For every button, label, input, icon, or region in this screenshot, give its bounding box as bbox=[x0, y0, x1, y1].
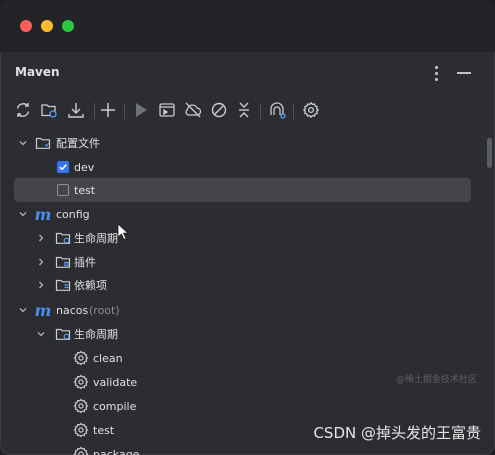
tree-node-goal[interactable]: clean bbox=[14, 346, 471, 370]
tree-node-label: 生命周期 bbox=[74, 232, 118, 245]
minimize-window-button[interactable] bbox=[41, 20, 53, 32]
window-titlebar bbox=[0, 0, 495, 52]
maven-toolbar bbox=[0, 94, 495, 126]
lifecycle-folder-icon bbox=[54, 325, 72, 343]
tree-node-profile-dev[interactable]: dev bbox=[14, 155, 471, 179]
tree-node-goal[interactable]: compile bbox=[14, 394, 471, 418]
reload-icon[interactable] bbox=[13, 100, 33, 120]
tree-node-module-nacos[interactable]: m nacos (root) bbox=[14, 298, 471, 322]
gear-icon bbox=[72, 397, 90, 415]
toolbar-separator bbox=[94, 103, 95, 119]
chevron-down-icon[interactable] bbox=[36, 329, 46, 339]
profiles-folder-icon bbox=[34, 134, 52, 152]
add-icon[interactable] bbox=[98, 100, 118, 120]
tree-node-label: 生命周期 bbox=[74, 328, 118, 341]
tree-scrollbar[interactable] bbox=[483, 126, 495, 455]
chevron-right-icon[interactable] bbox=[36, 257, 46, 267]
watermark-faint: @稀土掘金技术社区 bbox=[395, 375, 477, 385]
tree-node-label: 配置文件 bbox=[56, 137, 100, 150]
generate-sources-icon[interactable] bbox=[39, 100, 59, 120]
tree-node-nacos-lifecycle[interactable]: 生命周期 bbox=[14, 322, 471, 346]
goal-label: validate bbox=[93, 375, 138, 389]
chevron-down-icon[interactable] bbox=[18, 305, 28, 315]
settings-icon[interactable] bbox=[301, 100, 321, 120]
maven-project-tree: 配置文件 dev test m config 生命周期 插件 依赖项 m nac… bbox=[0, 130, 495, 455]
tree-node-label: nacos bbox=[56, 303, 89, 317]
lifecycle-folder-icon bbox=[54, 229, 72, 247]
goal-label: test bbox=[93, 423, 115, 437]
tree-node-module-config[interactable]: m config bbox=[14, 202, 471, 226]
tree-node-label: 插件 bbox=[74, 256, 96, 269]
panel-title: Maven bbox=[15, 65, 60, 79]
collapse-all-icon[interactable] bbox=[234, 100, 254, 120]
chevron-down-icon[interactable] bbox=[18, 209, 28, 219]
more-options-icon[interactable] bbox=[429, 64, 443, 82]
gear-icon bbox=[72, 445, 90, 455]
panel-header: Maven bbox=[0, 52, 495, 94]
toolbar-separator bbox=[124, 103, 125, 119]
root-suffix: (root) bbox=[89, 303, 120, 317]
execute-goal-icon[interactable] bbox=[157, 100, 177, 120]
goal-label: clean bbox=[93, 351, 123, 365]
gear-icon bbox=[72, 349, 90, 367]
chevron-down-icon[interactable] bbox=[18, 138, 28, 148]
plugins-folder-icon bbox=[54, 253, 72, 271]
maven-module-icon: m bbox=[34, 300, 52, 320]
gear-icon bbox=[72, 421, 90, 439]
maximize-window-button[interactable] bbox=[62, 20, 74, 32]
tree-node-profiles[interactable]: 配置文件 bbox=[14, 131, 471, 155]
profile-test-checkbox[interactable] bbox=[57, 184, 69, 196]
download-icon[interactable] bbox=[66, 100, 86, 120]
tree-node-goal[interactable]: package bbox=[14, 442, 471, 455]
skip-tests-icon[interactable] bbox=[209, 100, 229, 120]
scrollbar-thumb[interactable] bbox=[487, 138, 492, 168]
mouse-cursor-icon bbox=[117, 223, 130, 241]
tree-node-label: test bbox=[74, 183, 96, 197]
toolbar-separator bbox=[293, 103, 294, 119]
goal-label: package bbox=[93, 447, 140, 455]
gear-icon bbox=[72, 373, 90, 391]
tree-node-config-plugins[interactable]: 插件 bbox=[14, 250, 471, 274]
tree-node-label: dev bbox=[74, 160, 95, 174]
tree-node-label: config bbox=[56, 207, 90, 221]
dependencies-folder-icon bbox=[54, 276, 72, 294]
watermark: CSDN @掉头发的王富贵 bbox=[313, 424, 481, 442]
goal-label: compile bbox=[93, 399, 137, 413]
maven-window: Maven 配置文件 dev test m config 生命周期 插件 依赖项… bbox=[0, 0, 495, 455]
tree-node-profile-test[interactable]: test bbox=[14, 178, 471, 202]
profile-dev-checkbox[interactable] bbox=[57, 161, 69, 173]
offline-icon[interactable] bbox=[183, 100, 203, 120]
close-window-button[interactable] bbox=[20, 20, 32, 32]
chevron-right-icon[interactable] bbox=[36, 233, 46, 243]
hide-panel-icon[interactable] bbox=[457, 72, 471, 74]
maven-module-icon: m bbox=[34, 204, 52, 224]
chevron-right-icon[interactable] bbox=[36, 280, 46, 290]
tree-node-config-lifecycle[interactable]: 生命周期 bbox=[14, 226, 471, 250]
dependency-analyzer-icon[interactable] bbox=[267, 100, 287, 120]
tree-node-config-dependencies[interactable]: 依赖项 bbox=[14, 273, 471, 297]
toolbar-separator bbox=[260, 103, 261, 119]
run-icon[interactable] bbox=[131, 100, 151, 120]
tree-node-label: 依赖项 bbox=[74, 279, 107, 292]
